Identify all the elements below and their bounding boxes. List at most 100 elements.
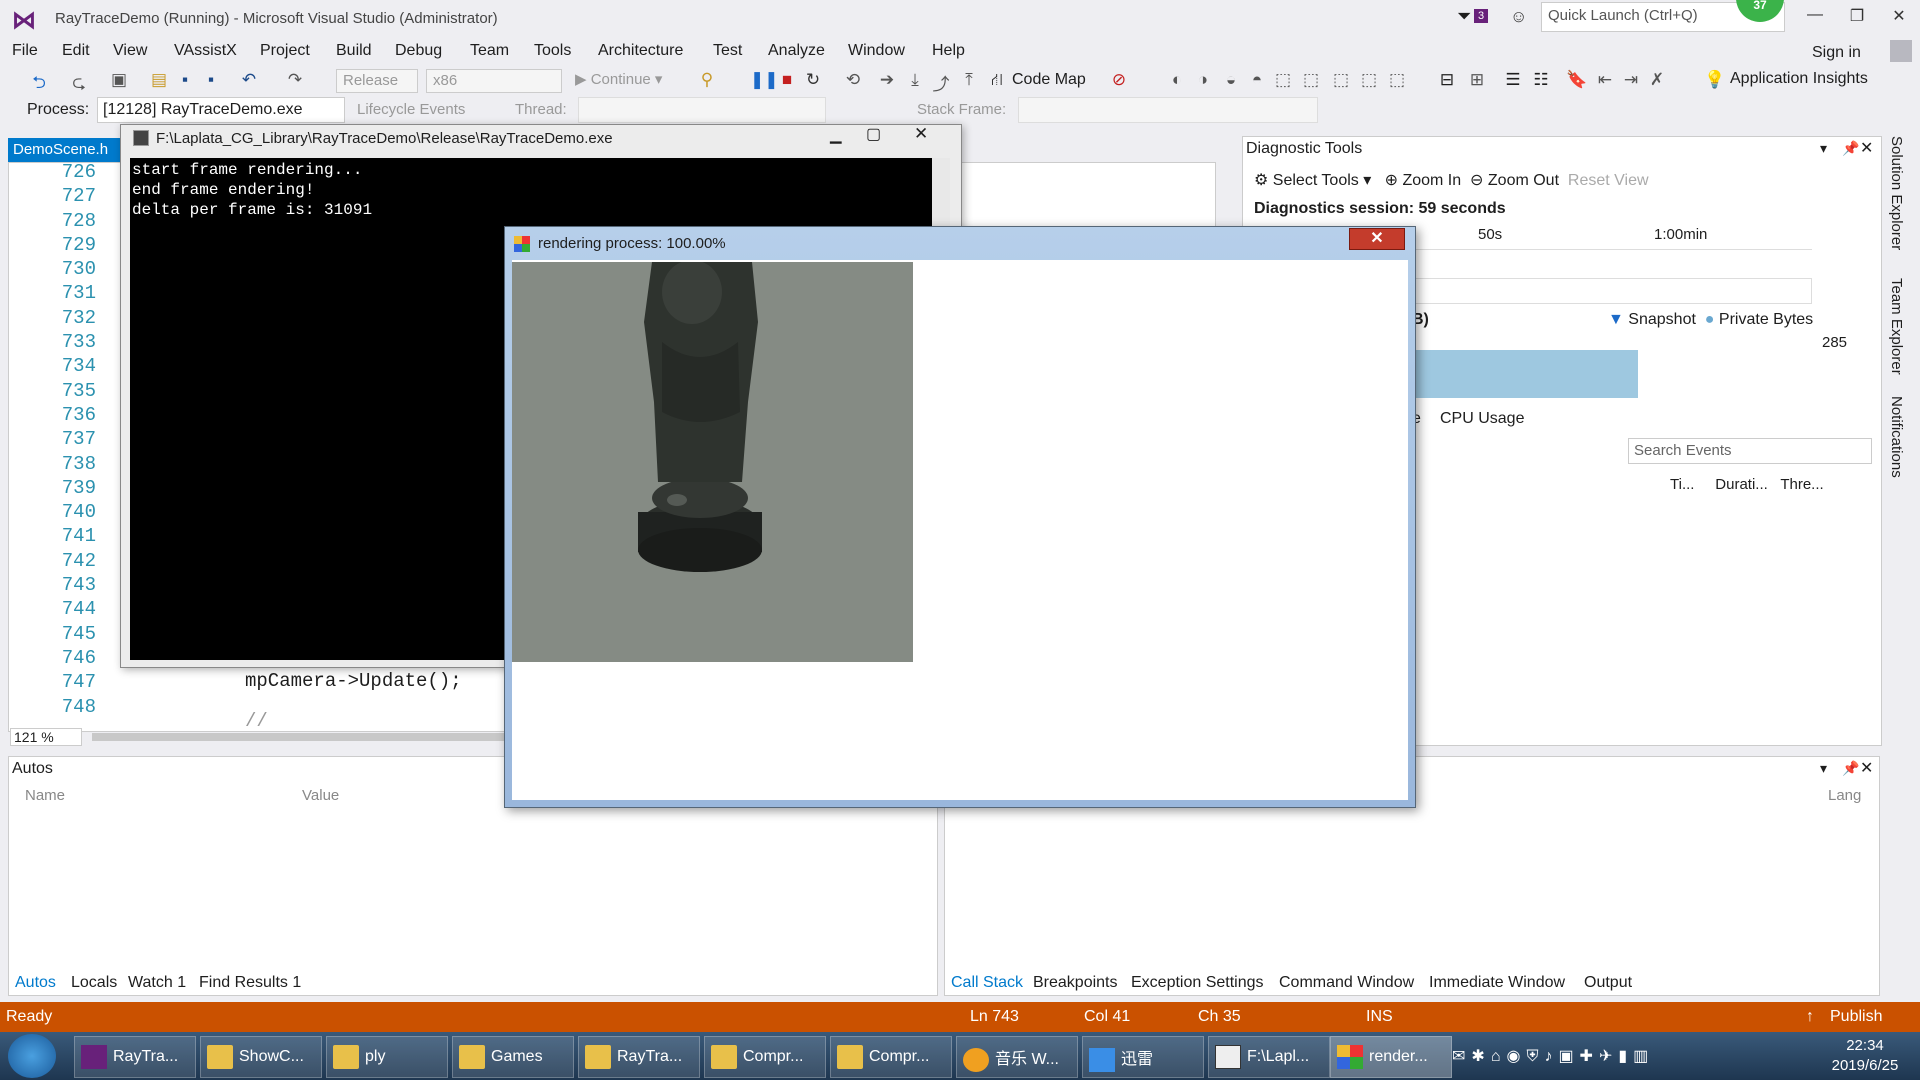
console-close-button[interactable]: ✕ bbox=[914, 124, 928, 144]
show-next-statement-icon[interactable]: ⟲ bbox=[842, 70, 864, 90]
zoom-out-button[interactable]: Zoom Out bbox=[1488, 172, 1559, 189]
app-insights-icon[interactable]: 💡 bbox=[1704, 70, 1726, 90]
col-language[interactable]: Lang bbox=[1828, 787, 1861, 804]
menu-architecture[interactable]: Architecture bbox=[598, 42, 683, 60]
menu-debug[interactable]: Debug bbox=[395, 42, 442, 60]
solution-explorer-tab[interactable]: Solution Explorer bbox=[1888, 136, 1905, 250]
search-events-input[interactable]: Search Events bbox=[1628, 438, 1872, 464]
toolbar-icon-f[interactable]: ⬚ bbox=[1300, 70, 1322, 90]
feedback-icon[interactable]: ☺ bbox=[1510, 7, 1527, 27]
zoom-in-button[interactable]: Zoom In bbox=[1402, 172, 1461, 189]
taskbar-item[interactable]: RayTra... bbox=[74, 1036, 196, 1078]
publish-icon[interactable]: ↑ bbox=[1806, 1008, 1814, 1026]
forward-icon[interactable]: ⮎ bbox=[68, 70, 90, 99]
taskbar-item[interactable]: Compr... bbox=[830, 1036, 952, 1078]
step-out-icon[interactable]: ⤴ bbox=[930, 70, 952, 95]
tab-command-window[interactable]: Command Window bbox=[1279, 974, 1414, 992]
editor-horizontal-scrollbar[interactable] bbox=[92, 733, 512, 741]
taskbar-item[interactable]: ply bbox=[326, 1036, 448, 1078]
code-map-button[interactable]: Code Map bbox=[1012, 71, 1086, 89]
editor-zoom-select[interactable]: 121 % bbox=[10, 728, 82, 746]
editor-tab-demoscene[interactable]: DemoScene.h bbox=[8, 138, 122, 162]
step-into-icon[interactable]: ➔ bbox=[876, 70, 898, 90]
toolbar-icon-c[interactable]: ◒ bbox=[1220, 70, 1242, 90]
col-thread[interactable]: Thre... bbox=[1780, 476, 1823, 493]
toolbar-icon-a[interactable]: ◐ bbox=[1166, 70, 1188, 90]
lifecycle-events-button[interactable]: Lifecycle Events bbox=[357, 101, 465, 118]
process-select[interactable]: [12128] RayTraceDemo.exe bbox=[97, 97, 345, 123]
notifications-tab[interactable]: Notifications bbox=[1888, 396, 1905, 478]
sign-in-link[interactable]: Sign in bbox=[1812, 44, 1861, 62]
open-file-icon[interactable]: ▤ bbox=[148, 70, 170, 90]
step-over-icon[interactable]: ⤓ bbox=[904, 70, 926, 90]
tab-autos[interactable]: Autos bbox=[15, 974, 56, 992]
stop-debugging-icon[interactable]: ■ bbox=[776, 70, 798, 90]
taskbar-item[interactable]: Compr... bbox=[704, 1036, 826, 1078]
break-all-icon[interactable]: ❚❚ bbox=[750, 70, 779, 90]
tab-locals[interactable]: Locals bbox=[71, 974, 117, 992]
comment-icon[interactable]: ☷ bbox=[1530, 70, 1552, 90]
reset-view-button[interactable]: Reset View bbox=[1568, 172, 1649, 189]
col-duration[interactable]: Durati... bbox=[1715, 476, 1768, 493]
tab-immediate-window[interactable]: Immediate Window bbox=[1429, 974, 1565, 992]
account-icon[interactable] bbox=[1890, 40, 1912, 62]
menu-edit[interactable]: Edit bbox=[62, 42, 90, 60]
toolbar-icon-i[interactable]: ⬚ bbox=[1386, 70, 1408, 90]
breakpoint-toggle-icon[interactable]: ⊘ bbox=[1108, 70, 1130, 90]
taskbar-item[interactable]: 音乐 W... bbox=[956, 1036, 1078, 1078]
col-name[interactable]: Name bbox=[25, 787, 65, 804]
code-map-icon[interactable]: ⛙ bbox=[986, 70, 1008, 92]
select-tools-button[interactable]: Select Tools bbox=[1273, 172, 1359, 189]
toolbar-icon-g[interactable]: ⬚ bbox=[1330, 70, 1352, 90]
taskbar-item[interactable]: ShowC... bbox=[200, 1036, 322, 1078]
zoom-out-icon[interactable]: ⊖ bbox=[1470, 172, 1483, 189]
menu-analyze[interactable]: Analyze bbox=[768, 42, 825, 60]
tab-call-stack[interactable]: Call Stack bbox=[951, 974, 1023, 992]
next-bookmark-icon[interactable]: ⇥ bbox=[1620, 70, 1642, 90]
console-maximize-button[interactable]: ▢ bbox=[866, 124, 881, 144]
menu-tools[interactable]: Tools bbox=[534, 42, 571, 60]
dropdown-icon[interactable]: ▾ bbox=[1820, 140, 1827, 157]
prev-bookmark-icon[interactable]: ⇤ bbox=[1594, 70, 1616, 90]
menu-team[interactable]: Team bbox=[470, 42, 509, 60]
save-icon[interactable]: ▪ bbox=[174, 70, 196, 90]
tab-watch-1[interactable]: Watch 1 bbox=[128, 974, 186, 992]
toolbar-icon-b[interactable]: ◑ bbox=[1192, 70, 1214, 90]
continue-button[interactable]: ▶ Continue ▾ bbox=[575, 70, 662, 88]
tab-find-results[interactable]: Find Results 1 bbox=[199, 974, 301, 992]
close-button[interactable]: ✕ bbox=[1884, 6, 1914, 30]
menu-vassistx[interactable]: VAssistX bbox=[174, 42, 237, 60]
menu-test[interactable]: Test bbox=[713, 42, 742, 60]
toolbar-icon-e[interactable]: ⬚ bbox=[1272, 70, 1294, 90]
undo-icon[interactable]: ↶ bbox=[238, 70, 260, 90]
team-explorer-tab[interactable]: Team Explorer bbox=[1888, 278, 1905, 375]
thread-select[interactable] bbox=[578, 97, 826, 123]
panel-close-icon[interactable]: ✕ bbox=[1860, 758, 1873, 778]
solution-config-select[interactable]: Release bbox=[336, 69, 418, 93]
indent-icon[interactable]: ☰ bbox=[1502, 70, 1524, 90]
threads-icon[interactable]: ⊞ bbox=[1466, 70, 1488, 90]
menu-build[interactable]: Build bbox=[336, 42, 372, 60]
restart-icon[interactable]: ↻ bbox=[802, 70, 824, 90]
application-insights-button[interactable]: Application Insights bbox=[1730, 70, 1868, 88]
menu-project[interactable]: Project bbox=[260, 42, 310, 60]
taskbar-item[interactable]: render... bbox=[1330, 1036, 1452, 1078]
notification-count-badge[interactable]: 3 bbox=[1474, 9, 1489, 23]
system-tray-icons[interactable]: ✉✱⌂◉⛨♪▣✚✈▮▥ bbox=[1452, 1046, 1654, 1066]
new-project-icon[interactable]: ▣ bbox=[108, 70, 130, 90]
find-icon[interactable]: ⚲ bbox=[696, 70, 718, 90]
toolbar-icon-h[interactable]: ⬚ bbox=[1358, 70, 1380, 90]
taskbar-item[interactable]: F:\Lapl... bbox=[1208, 1036, 1330, 1078]
stack-frame-select[interactable] bbox=[1018, 97, 1318, 123]
taskbar-item[interactable]: Games bbox=[452, 1036, 574, 1078]
save-all-icon[interactable]: ▪ bbox=[200, 70, 222, 90]
step-up-icon[interactable]: ⤒ bbox=[958, 70, 980, 90]
clock[interactable]: 22:34 2019/6/25 bbox=[1820, 1036, 1910, 1076]
restore-button[interactable]: ❐ bbox=[1842, 6, 1872, 30]
minimize-button[interactable]: — bbox=[1800, 6, 1830, 30]
gear-icon[interactable]: ⚙ bbox=[1254, 172, 1268, 189]
tab-breakpoints[interactable]: Breakpoints bbox=[1033, 974, 1118, 992]
tab-exception-settings[interactable]: Exception Settings bbox=[1131, 974, 1264, 992]
toolbar-icon-d[interactable]: ◓ bbox=[1246, 70, 1268, 90]
publish-button[interactable]: Publish bbox=[1830, 1008, 1882, 1026]
